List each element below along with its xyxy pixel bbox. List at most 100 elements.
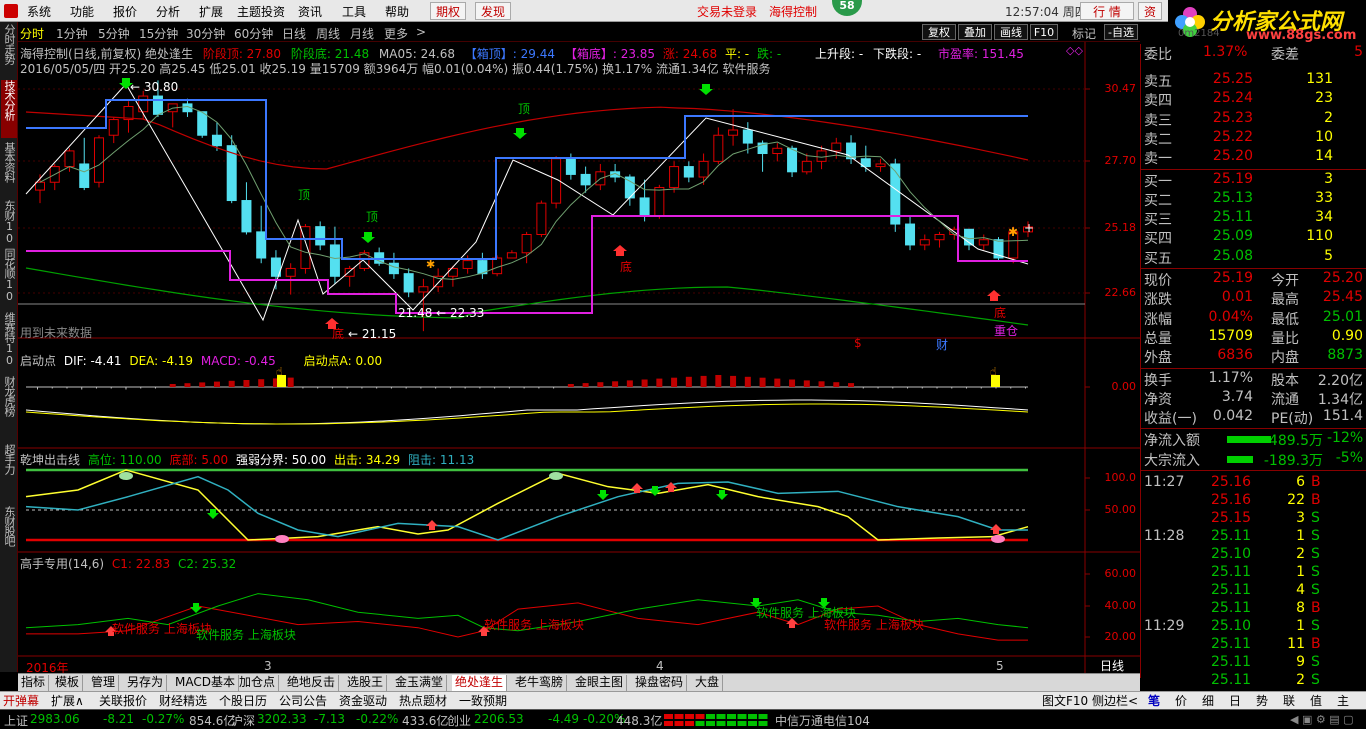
ask-row[interactable]: 卖三 25.23 2: [1143, 110, 1365, 129]
period-5min[interactable]: 5分钟: [98, 25, 130, 42]
options-button[interactable]: 期权: [430, 2, 466, 20]
bid-row[interactable]: 买二 25.13 33: [1143, 190, 1365, 209]
quote2-row[interactable]: 收益(一) 0.042 PE(动) 151.4: [1143, 408, 1365, 427]
tick-row[interactable]: 25.11 11 B: [1143, 636, 1365, 655]
function-tab[interactable]: 资金驱动: [339, 693, 387, 709]
tick-row[interactable]: 25.11 9 S: [1143, 654, 1365, 673]
f10-button[interactable]: F10: [1030, 24, 1058, 40]
function-tab[interactable]: 财经精选: [159, 693, 207, 709]
index-sh-label[interactable]: 上证: [4, 712, 28, 729]
period-more[interactable]: 更多: [384, 25, 408, 42]
ask-row[interactable]: 卖一 25.20 14: [1143, 148, 1365, 167]
tick-row[interactable]: 11:27 25.16 6 B: [1143, 474, 1365, 493]
speaker-icon[interactable]: ◀: [1290, 713, 1298, 726]
function-tab[interactable]: 一致预期: [459, 693, 507, 709]
menu-theme[interactable]: 主题投资: [237, 3, 285, 20]
ask-row[interactable]: 卖四 25.24 23: [1143, 90, 1365, 109]
quote2-row[interactable]: 净资 3.74 流通 1.34亿: [1143, 389, 1365, 408]
function-tab[interactable]: 扩展∧: [51, 693, 84, 709]
quote-row[interactable]: 涨跌 0.01 最高 25.45: [1143, 289, 1365, 308]
tick-row[interactable]: 25.11 4 S: [1143, 582, 1365, 601]
indicator-tab[interactable]: 绝地反击: [284, 675, 340, 691]
panel-tab[interactable]: 笔: [1148, 693, 1160, 709]
panel-tab[interactable]: 细: [1202, 693, 1214, 709]
left-tab-technical[interactable]: 技术分析: [1, 80, 17, 138]
period-15min[interactable]: 15分钟: [139, 25, 178, 42]
tick-row[interactable]: 25.11 8 B: [1143, 600, 1365, 619]
tick-row[interactable]: 11:28 25.11 1 S: [1143, 528, 1365, 547]
left-tab-ths[interactable]: 同花顺10: [1, 248, 17, 308]
adjust-button[interactable]: 复权: [922, 24, 956, 40]
left-tab-basic[interactable]: 基本资料: [1, 142, 17, 196]
quote-row[interactable]: 涨幅 0.04% 最低 25.01: [1143, 309, 1365, 328]
menu-analysis[interactable]: 分析: [156, 3, 180, 20]
panel-tab[interactable]: 联: [1283, 693, 1295, 709]
indicator-tab[interactable]: 老牛鸾膀: [512, 675, 568, 691]
quote-row[interactable]: 外盘 6836 内盘 8873: [1143, 347, 1365, 366]
panel-tab[interactable]: 势: [1256, 693, 1268, 709]
period-indicator[interactable]: 日线: [1100, 657, 1124, 674]
side-tab[interactable]: 图文F10: [1042, 693, 1088, 709]
index-cy-label[interactable]: 创业: [447, 712, 471, 729]
function-tab[interactable]: 开弹幕: [3, 693, 39, 709]
ask-row[interactable]: 卖二 25.22 10: [1143, 129, 1365, 148]
quote-row[interactable]: 现价 25.19 今开 25.20: [1143, 270, 1365, 289]
bid-row[interactable]: 买一 25.19 3: [1143, 171, 1365, 190]
settings-icon[interactable]: ⚙: [1316, 713, 1326, 726]
self-select-button[interactable]: -自选: [1104, 24, 1138, 40]
app-icon[interactable]: [4, 4, 18, 18]
indicator-tab[interactable]: 模板: [52, 675, 84, 691]
left-tab-eastmoney[interactable]: 东财10: [1, 200, 17, 244]
menu-system[interactable]: 系统: [27, 3, 51, 20]
menu-tools[interactable]: 工具: [342, 3, 366, 20]
left-tab-wst[interactable]: 维赛特10: [1, 312, 17, 372]
tick-row[interactable]: 25.11 2 S: [1143, 672, 1365, 691]
ask-row[interactable]: 卖五 25.25 131: [1143, 71, 1365, 90]
tick-row[interactable]: 11:29 25.10 1 S: [1143, 618, 1365, 637]
left-tab-superhand[interactable]: 超手力: [1, 444, 17, 502]
indicator-tab[interactable]: 管理: [88, 675, 120, 691]
chevron-right-icon[interactable]: >: [416, 25, 426, 39]
indicator-tab[interactable]: 加仓点: [236, 675, 280, 691]
period-month[interactable]: 月线: [350, 25, 374, 42]
finance-marker[interactable]: 财: [936, 336, 948, 353]
overlay-button[interactable]: 叠加: [958, 24, 992, 40]
bid-row[interactable]: 买四 25.09 110: [1143, 228, 1365, 247]
network-icon[interactable]: ▣: [1302, 713, 1312, 726]
draw-button[interactable]: 画线: [994, 24, 1028, 40]
indicator-tab[interactable]: 金眼主图: [572, 675, 628, 691]
tick-row[interactable]: 25.11 1 S: [1143, 564, 1365, 583]
panel-tab[interactable]: 值: [1310, 693, 1322, 709]
period-1min[interactable]: 1分钟: [56, 25, 88, 42]
indicator-tab[interactable]: 指标: [18, 675, 50, 691]
tick-row[interactable]: 25.15 3 S: [1143, 510, 1365, 529]
left-tab-guba[interactable]: 东财股吧: [1, 506, 17, 564]
menu-help[interactable]: 帮助: [385, 3, 409, 20]
bid-row[interactable]: 买三 25.11 34: [1143, 209, 1365, 228]
period-30min[interactable]: 30分钟: [186, 25, 225, 42]
period-60min[interactable]: 60分钟: [234, 25, 273, 42]
window-icon[interactable]: ▢: [1343, 713, 1353, 726]
side-tab[interactable]: 侧边栏<: [1092, 693, 1138, 709]
discover-button[interactable]: 发现: [475, 2, 511, 20]
chart-area[interactable]: ✱ ✱ + ☝ ☝ 海得控制(日线,前复权) 绝处逢生 阶段顶: 27.80 阶段底:…: [18, 42, 1140, 686]
function-tab[interactable]: 公司公告: [279, 693, 327, 709]
login-status[interactable]: 交易未登录: [697, 3, 757, 20]
mark-label[interactable]: 标记: [1072, 25, 1096, 42]
tick-row[interactable]: 25.16 22 B: [1143, 492, 1365, 511]
function-tab[interactable]: 热点题材: [399, 693, 447, 709]
period-day[interactable]: 日线: [282, 25, 306, 42]
function-tab[interactable]: 个股日历: [219, 693, 267, 709]
indicator-tab[interactable]: 操盘密码: [632, 675, 688, 691]
menu-extend[interactable]: 扩展: [199, 3, 223, 20]
indicator-tab[interactable]: 金玉满堂: [392, 675, 448, 691]
bid-row[interactable]: 买五 25.08 5: [1143, 248, 1365, 267]
period-week[interactable]: 周线: [316, 25, 340, 42]
menu-function[interactable]: 功能: [70, 3, 94, 20]
period-intraday[interactable]: 分时: [20, 25, 44, 42]
notification-badge[interactable]: 58: [832, 0, 862, 16]
diamond-icon[interactable]: ◇◇: [1066, 44, 1083, 57]
panel-tab[interactable]: 价: [1175, 693, 1187, 709]
indicator-tab[interactable]: 另存为: [124, 675, 168, 691]
weibi-row[interactable]: 委比 1.37% 委差 5: [1143, 44, 1365, 63]
